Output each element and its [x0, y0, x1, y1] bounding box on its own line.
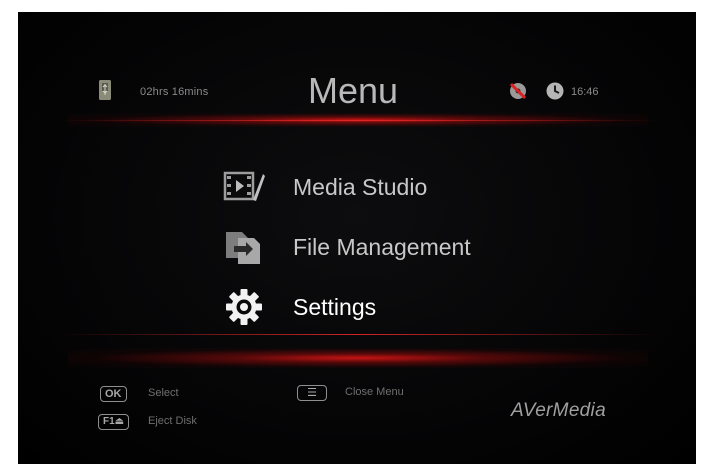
brand-logo: AVerMedia [511, 400, 606, 421]
gear-icon [226, 289, 262, 325]
eject-key-badge: F1⏏ [98, 414, 130, 430]
menu-item-label: File Management [293, 233, 471, 260]
usb-drive-icon [99, 80, 111, 100]
footer-divider-line [58, 334, 658, 335]
ok-key-badge: OK [100, 386, 127, 402]
menu-item-file-management[interactable]: File Management [223, 222, 543, 272]
page-title: Menu [308, 70, 399, 111]
menu-item-media-studio[interactable]: Media Studio [223, 162, 543, 212]
clock-time: 16:46 [571, 86, 599, 98]
select-hint: Select [148, 387, 179, 399]
recording-time: 02hrs 16mins [140, 86, 209, 98]
no-disk-icon [509, 82, 527, 100]
eject-disk-hint: Eject Disk [148, 415, 197, 427]
file-management-icon [226, 232, 260, 264]
close-menu-hint: Close Menu [345, 386, 404, 398]
menu-item-settings[interactable]: Settings [223, 282, 543, 332]
menu-key-badge: ☰ [297, 385, 327, 401]
clock-icon [546, 82, 564, 100]
media-studio-icon [223, 171, 265, 201]
footer-divider-glow [68, 348, 648, 368]
header: 02hrs 16mins Menu 16:46 [18, 12, 696, 122]
menu-item-label: Settings [293, 293, 377, 320]
header-divider-line [58, 120, 658, 121]
tv-menu-screen: 02hrs 16mins Menu 16:46 Media Studio Fil… [18, 12, 696, 464]
menu-item-label: Media Studio [293, 173, 428, 200]
